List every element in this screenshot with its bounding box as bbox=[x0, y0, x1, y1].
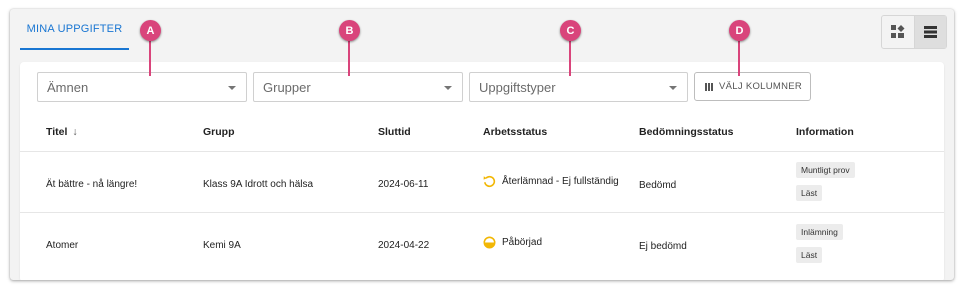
column-header-information[interactable]: Information bbox=[796, 126, 854, 138]
cell-title[interactable]: Atomer bbox=[46, 240, 78, 251]
column-header-due[interactable]: Sluttid bbox=[378, 126, 411, 138]
row-divider bbox=[20, 212, 944, 213]
info-chip: Läst bbox=[796, 247, 823, 263]
row-divider bbox=[20, 151, 944, 152]
cell-title[interactable]: Ät bättre - nå längre! bbox=[46, 179, 137, 190]
returned-icon bbox=[483, 175, 496, 188]
column-header-work-status[interactable]: Arbetsstatus bbox=[483, 126, 547, 138]
marker-a: A bbox=[140, 20, 161, 41]
groups-placeholder: Grupper bbox=[263, 80, 311, 95]
cell-work-status: Påbörjad bbox=[483, 236, 542, 249]
marker-d-pointer bbox=[738, 41, 740, 76]
assignments-card: Ämnen Grupper Uppgiftstyper VÄLJ KOLUMNE… bbox=[20, 62, 944, 280]
groups-select[interactable]: Grupper bbox=[253, 72, 463, 102]
cell-work-status: Återlämnad - Ej fullständig bbox=[483, 175, 619, 188]
column-header-grading-status[interactable]: Bedömningsstatus bbox=[639, 126, 734, 138]
types-placeholder: Uppgiftstyper bbox=[479, 80, 556, 95]
cell-group: Kemi 9A bbox=[203, 240, 241, 251]
column-header-group[interactable]: Grupp bbox=[203, 126, 235, 138]
chevron-down-icon bbox=[669, 86, 677, 90]
cell-grading-status: Ej bedömd bbox=[639, 241, 687, 252]
types-select[interactable]: Uppgiftstyper bbox=[469, 72, 688, 102]
cell-grading-status: Bedömd bbox=[639, 180, 677, 191]
cell-due: 2024-04-22 bbox=[378, 240, 430, 251]
grid-view-icon bbox=[890, 25, 905, 38]
subjects-select[interactable]: Ämnen bbox=[37, 72, 247, 102]
list-view-button[interactable] bbox=[913, 16, 946, 48]
chevron-down-icon bbox=[444, 86, 452, 90]
subjects-placeholder: Ämnen bbox=[47, 80, 89, 95]
view-toggle bbox=[881, 15, 947, 49]
marker-c: C bbox=[560, 20, 581, 41]
info-chip: Inlämning bbox=[796, 224, 843, 240]
assignments-panel: MINA UPPGIFTER Ämnen Grupper Uppgiftstyp… bbox=[10, 9, 954, 280]
grid-view-button[interactable] bbox=[882, 16, 914, 48]
choose-columns-button[interactable]: VÄLJ KOLUMNER bbox=[694, 72, 811, 101]
cell-due: 2024-06-11 bbox=[378, 179, 429, 190]
list-view-icon bbox=[923, 26, 937, 38]
chevron-down-icon bbox=[228, 86, 236, 90]
half-circle-icon bbox=[483, 236, 496, 249]
marker-b: B bbox=[339, 20, 360, 41]
tab-my-assignments[interactable]: MINA UPPGIFTER bbox=[20, 21, 129, 50]
info-chip: Muntligt prov bbox=[796, 162, 855, 178]
marker-c-pointer bbox=[569, 41, 571, 76]
column-header-title[interactable]: Titel ↓ bbox=[46, 126, 78, 138]
sort-down-icon[interactable]: ↓ bbox=[72, 126, 77, 138]
marker-d: D bbox=[729, 20, 750, 41]
cell-group: Klass 9A Idrott och hälsa bbox=[203, 179, 314, 190]
columns-icon bbox=[705, 82, 713, 91]
marker-b-pointer bbox=[348, 41, 350, 76]
info-chip: Läst bbox=[796, 185, 823, 201]
marker-a-pointer bbox=[149, 41, 151, 76]
